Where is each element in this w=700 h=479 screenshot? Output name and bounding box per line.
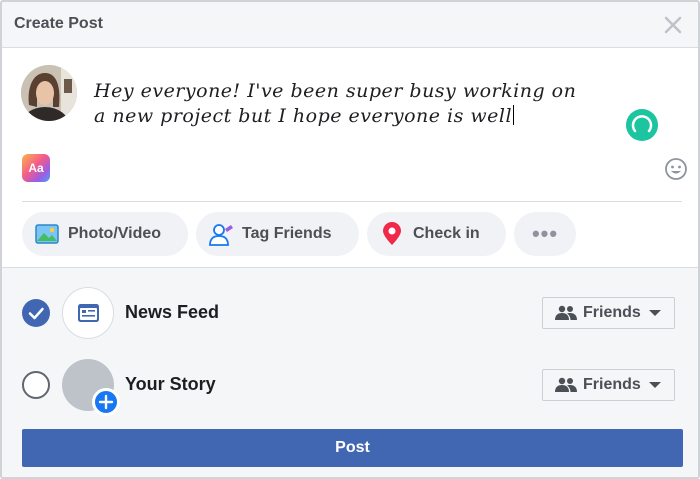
- news-feed-checkbox[interactable]: [22, 299, 50, 327]
- avatar: [21, 65, 77, 121]
- photo-video-label: Photo/Video: [68, 225, 162, 242]
- post-button[interactable]: Post: [22, 429, 683, 467]
- post-text-line: a new project but I hope everyone is wel…: [94, 105, 513, 127]
- dialog-title: Create Post: [14, 15, 103, 32]
- your-story-privacy-dropdown[interactable]: Friends: [542, 369, 675, 401]
- more-options-button[interactable]: •••: [514, 212, 576, 256]
- location-pin-icon: [379, 221, 405, 247]
- divider: [22, 201, 682, 202]
- post-text-input[interactable]: Hey everyone! I've been super busy worki…: [94, 79, 639, 129]
- check-in-label: Check in: [413, 225, 480, 242]
- news-feed-icon: [62, 287, 114, 339]
- friends-icon: [555, 305, 577, 320]
- photo-video-button[interactable]: Photo/Video: [22, 212, 188, 256]
- news-feed-label: News Feed: [125, 302, 220, 322]
- post-text-line: Hey everyone! I've been super busy worki…: [94, 80, 577, 102]
- tag-friends-button[interactable]: Tag Friends: [196, 212, 359, 256]
- emoji-icon[interactable]: [664, 157, 688, 181]
- your-story-checkbox[interactable]: [22, 371, 50, 399]
- add-story-icon: [92, 388, 120, 416]
- loading-spinner-icon: [626, 109, 658, 141]
- privacy-label: Friends: [583, 376, 641, 393]
- text-caret: [513, 105, 515, 125]
- composer: Hey everyone! I've been super busy worki…: [2, 49, 698, 267]
- privacy-label: Friends: [583, 304, 641, 321]
- tag-friends-icon: [208, 221, 234, 247]
- news-feed-privacy-dropdown[interactable]: Friends: [542, 297, 675, 329]
- text-background-button[interactable]: Aa: [22, 154, 50, 182]
- chevron-down-icon: [648, 310, 661, 316]
- tag-friends-label: Tag Friends: [242, 225, 332, 242]
- create-post-dialog: Create Post Hey everyone! I've been supe…: [0, 0, 700, 479]
- check-in-button[interactable]: Check in: [367, 212, 506, 256]
- close-icon[interactable]: [660, 12, 686, 38]
- photo-icon: [34, 221, 60, 247]
- chevron-down-icon: [648, 382, 661, 388]
- audience-selector: News Feed Friends Your Story Friends Pos…: [2, 267, 698, 477]
- dialog-header: Create Post: [2, 2, 698, 48]
- friends-icon: [555, 377, 577, 392]
- more-icon: •••: [531, 221, 559, 246]
- your-story-label: Your Story: [125, 374, 216, 394]
